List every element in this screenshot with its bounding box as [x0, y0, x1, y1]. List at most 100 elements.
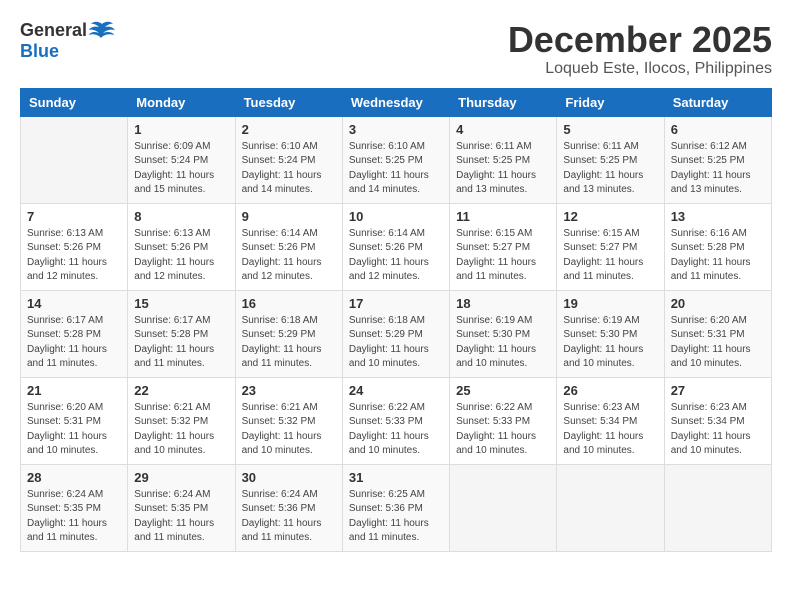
calendar-week-1: 1 Sunrise: 6:09 AMSunset: 5:24 PMDaylight… — [21, 116, 772, 203]
calendar-cell: 12 Sunrise: 6:15 AMSunset: 5:27 PMDayligh… — [557, 203, 664, 290]
day-info: Sunrise: 6:21 AMSunset: 5:32 PMDaylight:… — [242, 401, 336, 459]
calendar-cell: 5Sunrise: 6:11 AMSunset: 5:25 PMDaylight… — [557, 116, 664, 203]
calendar-cell: 10 Sunrise: 6:14 AMSunset: 5:26 PMDayligh… — [342, 203, 449, 290]
day-info: Sunrise: 6:09 AMSunset: 5:24 PMDaylight:… — [134, 140, 228, 198]
day-number: 10 — [349, 209, 443, 224]
calendar-cell: 16Sunrise: 6:18 AMSunset: 5:29 PMDayligh… — [235, 290, 342, 377]
day-info: Sunrise: 6:13 AMSunset: 5:26 PMDaylight:… — [27, 227, 121, 285]
day-info: Sunrise: 6:17 AMSunset: 5:28 PMDaylight:… — [27, 314, 121, 372]
day-number: 21 — [27, 383, 121, 398]
calendar-cell: 3 Sunrise: 6:10 AMSunset: 5:25 PMDaylight… — [342, 116, 449, 203]
day-number: 20 — [671, 296, 765, 311]
day-number: 2 — [242, 122, 336, 137]
day-number: 23 — [242, 383, 336, 398]
calendar-table: SundayMondayTuesdayWednesdayThursdayFrid… — [20, 88, 772, 552]
day-info: Sunrise: 6:19 AMSunset: 5:30 PMDaylight:… — [563, 314, 657, 372]
weekday-header-friday: Friday — [557, 88, 664, 116]
day-info: Sunrise: 6:23 AMSunset: 5:34 PMDaylight:… — [563, 401, 657, 459]
day-info: Sunrise: 6:15 AMSunset: 5:27 PMDaylight:… — [563, 227, 657, 285]
day-info: Sunrise: 6:24 AMSunset: 5:35 PMDaylight:… — [27, 488, 121, 546]
day-info: Sunrise: 6:12 AMSunset: 5:25 PMDaylight:… — [671, 140, 765, 198]
day-number: 24 — [349, 383, 443, 398]
day-info: Sunrise: 6:14 AMSunset: 5:26 PMDaylight:… — [349, 227, 443, 285]
day-number: 31 — [349, 470, 443, 485]
calendar-cell: 31 Sunrise: 6:25 AMSunset: 5:36 PMDayligh… — [342, 464, 449, 551]
calendar-cell: 8 Sunrise: 6:13 AMSunset: 5:26 PMDaylight… — [128, 203, 235, 290]
calendar-cell: 28 Sunrise: 6:24 AMSunset: 5:35 PMDayligh… — [21, 464, 128, 551]
day-number: 25 — [456, 383, 550, 398]
day-number: 12 — [563, 209, 657, 224]
day-number: 19 — [563, 296, 657, 311]
calendar-cell: 18 Sunrise: 6:19 AMSunset: 5:30 PMDayligh… — [450, 290, 557, 377]
day-number: 27 — [671, 383, 765, 398]
day-info: Sunrise: 6:21 AMSunset: 5:32 PMDaylight:… — [134, 401, 228, 459]
day-info: Sunrise: 6:22 AMSunset: 5:33 PMDaylight:… — [456, 401, 550, 459]
weekday-header-tuesday: Tuesday — [235, 88, 342, 116]
calendar-cell — [664, 464, 771, 551]
day-info: Sunrise: 6:15 AMSunset: 5:27 PMDaylight:… — [456, 227, 550, 285]
logo-bird-icon — [89, 21, 115, 41]
logo-blue-text: Blue — [20, 41, 59, 62]
day-number: 7 — [27, 209, 121, 224]
calendar-cell: 29 Sunrise: 6:24 AMSunset: 5:35 PMDayligh… — [128, 464, 235, 551]
calendar-cell: 20 Sunrise: 6:20 AMSunset: 5:31 PMDayligh… — [664, 290, 771, 377]
calendar-week-2: 7 Sunrise: 6:13 AMSunset: 5:26 PMDaylight… — [21, 203, 772, 290]
calendar-week-5: 28 Sunrise: 6:24 AMSunset: 5:35 PMDayligh… — [21, 464, 772, 551]
day-info: Sunrise: 6:10 AMSunset: 5:24 PMDaylight:… — [242, 140, 336, 198]
day-info: Sunrise: 6:20 AMSunset: 5:31 PMDaylight:… — [671, 314, 765, 372]
day-number: 26 — [563, 383, 657, 398]
day-info: Sunrise: 6:25 AMSunset: 5:36 PMDaylight:… — [349, 488, 443, 546]
calendar-cell: 17Sunrise: 6:18 AMSunset: 5:29 PMDayligh… — [342, 290, 449, 377]
day-number: 13 — [671, 209, 765, 224]
calendar-cell: 26 Sunrise: 6:23 AMSunset: 5:34 PMDayligh… — [557, 377, 664, 464]
day-info: Sunrise: 6:13 AMSunset: 5:26 PMDaylight:… — [134, 227, 228, 285]
calendar-cell: 9 Sunrise: 6:14 AMSunset: 5:26 PMDaylight… — [235, 203, 342, 290]
day-info: Sunrise: 6:24 AMSunset: 5:35 PMDaylight:… — [134, 488, 228, 546]
calendar-cell: 25 Sunrise: 6:22 AMSunset: 5:33 PMDayligh… — [450, 377, 557, 464]
day-info: Sunrise: 6:20 AMSunset: 5:31 PMDaylight:… — [27, 401, 121, 459]
calendar-week-4: 21 Sunrise: 6:20 AMSunset: 5:31 PMDayligh… — [21, 377, 772, 464]
day-number: 16 — [242, 296, 336, 311]
weekday-header-wednesday: Wednesday — [342, 88, 449, 116]
location-title: Loqueb Este, Ilocos, Philippines — [508, 60, 772, 78]
day-info: Sunrise: 6:23 AMSunset: 5:34 PMDaylight:… — [671, 401, 765, 459]
title-area: December 2025 Loqueb Este, Ilocos, Phili… — [508, 20, 772, 78]
calendar-cell: 7 Sunrise: 6:13 AMSunset: 5:26 PMDaylight… — [21, 203, 128, 290]
day-number: 9 — [242, 209, 336, 224]
day-number: 1 — [134, 122, 228, 137]
logo: General Blue — [20, 20, 115, 62]
calendar-cell: 23 Sunrise: 6:21 AMSunset: 5:32 PMDayligh… — [235, 377, 342, 464]
calendar-cell: 4Sunrise: 6:11 AMSunset: 5:25 PMDaylight… — [450, 116, 557, 203]
day-info: Sunrise: 6:14 AMSunset: 5:26 PMDaylight:… — [242, 227, 336, 285]
day-info: Sunrise: 6:11 AMSunset: 5:25 PMDaylight:… — [456, 140, 550, 198]
calendar-cell: 1 Sunrise: 6:09 AMSunset: 5:24 PMDaylight… — [128, 116, 235, 203]
calendar-cell: 15Sunrise: 6:17 AMSunset: 5:28 PMDayligh… — [128, 290, 235, 377]
day-number: 18 — [456, 296, 550, 311]
calendar-cell: 19 Sunrise: 6:19 AMSunset: 5:30 PMDayligh… — [557, 290, 664, 377]
day-number: 6 — [671, 122, 765, 137]
day-info: Sunrise: 6:10 AMSunset: 5:25 PMDaylight:… — [349, 140, 443, 198]
page-header: General Blue December 2025 Loqueb Este, … — [20, 20, 772, 78]
calendar-cell — [21, 116, 128, 203]
weekday-header-thursday: Thursday — [450, 88, 557, 116]
weekday-header-monday: Monday — [128, 88, 235, 116]
day-number: 29 — [134, 470, 228, 485]
calendar-cell: 27 Sunrise: 6:23 AMSunset: 5:34 PMDayligh… — [664, 377, 771, 464]
day-number: 28 — [27, 470, 121, 485]
day-number: 14 — [27, 296, 121, 311]
day-number: 11 — [456, 209, 550, 224]
calendar-cell: 22 Sunrise: 6:21 AMSunset: 5:32 PMDayligh… — [128, 377, 235, 464]
calendar-week-3: 14 Sunrise: 6:17 AMSunset: 5:28 PMDayligh… — [21, 290, 772, 377]
calendar-cell: 6 Sunrise: 6:12 AMSunset: 5:25 PMDaylight… — [664, 116, 771, 203]
weekday-header-sunday: Sunday — [21, 88, 128, 116]
day-number: 3 — [349, 122, 443, 137]
calendar-cell — [557, 464, 664, 551]
calendar-cell: 14 Sunrise: 6:17 AMSunset: 5:28 PMDayligh… — [21, 290, 128, 377]
logo-general-text: General — [20, 20, 87, 41]
day-info: Sunrise: 6:19 AMSunset: 5:30 PMDaylight:… — [456, 314, 550, 372]
day-number: 5 — [563, 122, 657, 137]
calendar-cell: 2 Sunrise: 6:10 AMSunset: 5:24 PMDaylight… — [235, 116, 342, 203]
day-number: 8 — [134, 209, 228, 224]
day-number: 22 — [134, 383, 228, 398]
day-number: 30 — [242, 470, 336, 485]
